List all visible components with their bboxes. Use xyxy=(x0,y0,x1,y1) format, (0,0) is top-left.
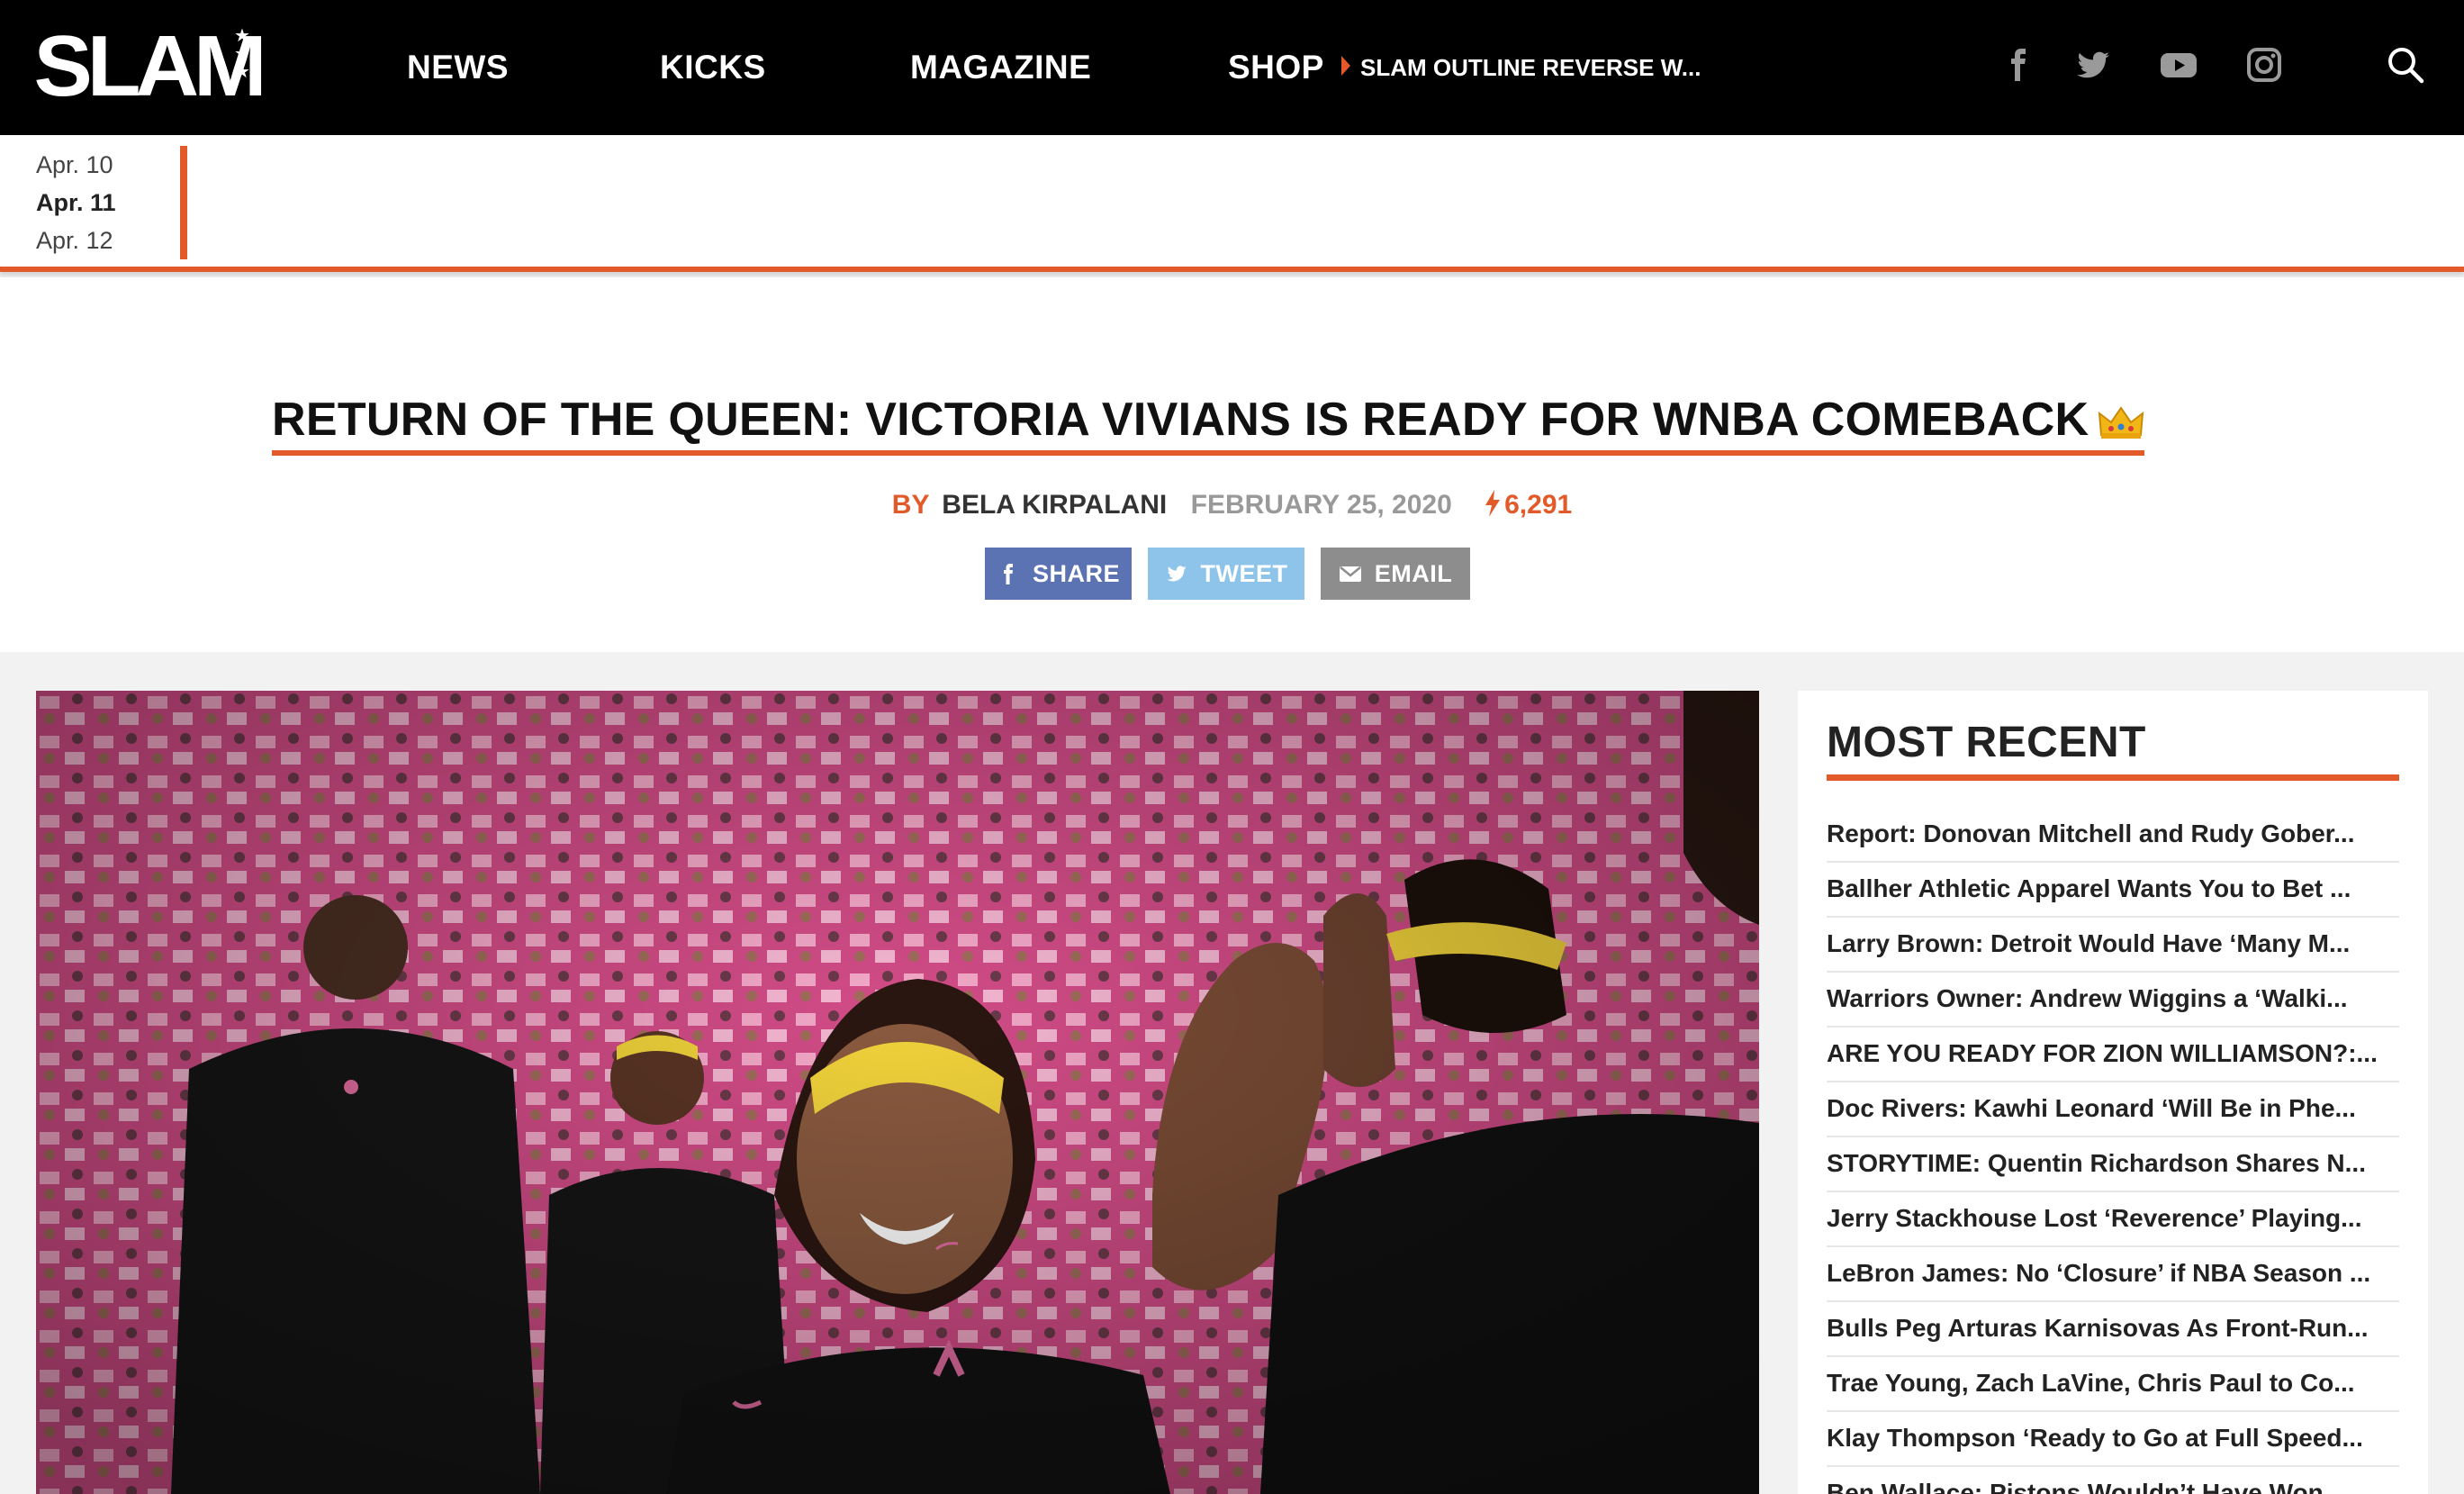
share-label: SHARE xyxy=(1032,559,1120,587)
date-item[interactable]: Apr. 12 xyxy=(36,222,116,259)
list-item[interactable]: LeBron James: No ‘Closure’ if NBA Season… xyxy=(1827,1247,2399,1302)
share-buttons: SHARE TWEET EMAIL xyxy=(985,548,1470,600)
shop-arrow-icon xyxy=(1341,56,1350,76)
article-byline: BY BELA KIRPALANI FEBRUARY 25, 2020 6,29… xyxy=(0,490,2464,521)
site-header: SLAM ★ ★ ★ NEWS KICKS MAGAZINE SHOP SLAM O… xyxy=(0,0,2464,135)
nav-kicks[interactable]: KICKS xyxy=(660,0,766,135)
tweet-button[interactable]: TWEET xyxy=(1148,548,1304,600)
shop-promo-link[interactable]: SLAM OUTLINE REVERSE W... xyxy=(1360,0,1701,135)
instagram-icon[interactable] xyxy=(2244,45,2284,85)
search-icon[interactable] xyxy=(2386,45,2425,85)
view-count: 6,291 xyxy=(1504,490,1573,520)
list-item[interactable]: STORYTIME: Quentin Richardson Shares N..… xyxy=(1827,1137,2399,1192)
date-strip-divider xyxy=(180,146,187,259)
by-label: BY xyxy=(891,490,929,520)
author-link[interactable]: BELA KIRPALANI xyxy=(942,490,1167,520)
most-recent-sidebar: MOST RECENT Report: Donovan Mitchell and… xyxy=(1798,691,2428,1494)
youtube-icon[interactable] xyxy=(2159,45,2198,85)
crown-icon xyxy=(2098,406,2144,439)
list-item[interactable]: Klay Thompson ‘Ready to Go at Full Speed… xyxy=(1827,1412,2399,1467)
email-label: EMAIL xyxy=(1374,559,1453,587)
logo-stars-icon: ★ ★ ★ xyxy=(234,26,250,82)
slam-logo[interactable]: SLAM ★ ★ ★ xyxy=(34,22,267,112)
article-hero-image xyxy=(36,691,1759,1494)
date-list: Apr. 10 Apr. 11 Apr. 12 xyxy=(36,146,116,259)
publish-date: FEBRUARY 25, 2020 xyxy=(1190,490,1452,520)
list-item[interactable]: Jerry Stackhouse Lost ‘Reverence’ Playin… xyxy=(1827,1192,2399,1247)
list-item[interactable]: Ballher Athletic Apparel Wants You to Be… xyxy=(1827,863,2399,918)
tweet-label: TWEET xyxy=(1200,559,1288,587)
facebook-icon xyxy=(1003,564,1013,584)
list-item[interactable]: Bulls Peg Arturas Karnisovas As Front-Ru… xyxy=(1827,1302,2399,1357)
list-item[interactable]: Warriors Owner: Andrew Wiggins a ‘Walki.… xyxy=(1827,973,2399,1028)
article-header: RETURN OF THE QUEEN: VICTORIA VIVIANS IS… xyxy=(0,277,2464,652)
twitter-icon[interactable] xyxy=(2073,45,2113,85)
logo-text: SLAM xyxy=(33,18,267,114)
article-title-text: RETURN OF THE QUEEN: VICTORIA VIVIANS IS… xyxy=(272,394,2089,446)
list-item[interactable]: Larry Brown: Detroit Would Have ‘Many M.… xyxy=(1827,918,2399,973)
list-item[interactable]: Doc Rivers: Kawhi Leonard ‘Will Be in Ph… xyxy=(1827,1082,2399,1137)
facebook-share-button[interactable]: SHARE xyxy=(985,548,1132,600)
twitter-icon xyxy=(1166,566,1187,582)
date-item-active[interactable]: Apr. 11 xyxy=(36,184,116,222)
list-item[interactable]: ARE YOU READY FOR ZION WILLIAMSON?:... xyxy=(1827,1028,2399,1082)
date-item[interactable]: Apr. 10 xyxy=(36,146,116,184)
facebook-icon[interactable] xyxy=(1999,45,2038,85)
envelope-icon xyxy=(1339,566,1361,582)
list-item[interactable]: Ben Wallace: Pistons Wouldn’t Have Won..… xyxy=(1827,1467,2399,1494)
date-strip: Apr. 10 Apr. 11 Apr. 12 xyxy=(0,135,2464,272)
sidebar-title: MOST RECENT xyxy=(1827,718,2399,781)
email-button[interactable]: EMAIL xyxy=(1321,548,1470,600)
lightning-icon xyxy=(1485,490,1501,521)
nav-news[interactable]: NEWS xyxy=(407,0,509,135)
list-item[interactable]: Report: Donovan Mitchell and Rudy Gober.… xyxy=(1827,808,2399,863)
list-item[interactable]: Trae Young, Zach LaVine, Chris Paul to C… xyxy=(1827,1357,2399,1412)
nav-magazine[interactable]: MAGAZINE xyxy=(910,0,1091,135)
nav-shop[interactable]: SHOP xyxy=(1228,0,1324,135)
most-recent-list: Report: Donovan Mitchell and Rudy Gober.… xyxy=(1827,808,2399,1494)
hero-photo xyxy=(36,691,1759,1494)
article-title: RETURN OF THE QUEEN: VICTORIA VIVIANS IS… xyxy=(272,393,2145,456)
